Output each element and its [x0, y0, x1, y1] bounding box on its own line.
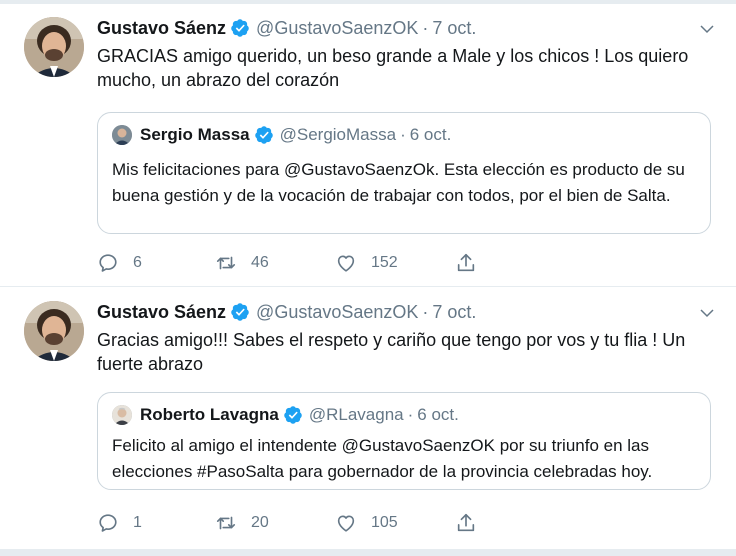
avatar — [112, 405, 132, 425]
retweet-button[interactable]: 20 — [215, 510, 269, 536]
verified-badge-icon — [231, 19, 249, 37]
tweet-actions: 1 20 105 — [97, 510, 517, 536]
retweet-count: 46 — [251, 254, 269, 271]
heart-icon — [337, 255, 355, 272]
avatar — [112, 125, 132, 145]
share-button[interactable] — [455, 250, 491, 276]
separator-dot: · — [422, 301, 429, 322]
quoted-tweet[interactable]: Roberto Lavagna @RLavagna · 6 oct. Felic… — [97, 392, 711, 490]
separator-dot: · — [400, 125, 406, 144]
share-icon — [457, 513, 475, 532]
verified-badge-icon — [284, 406, 302, 424]
tweet-timestamp[interactable]: 7 oct. — [432, 302, 476, 323]
heart-icon — [337, 515, 355, 532]
like-button[interactable]: 105 — [335, 510, 398, 536]
verified-badge-icon — [254, 126, 273, 144]
quoted-tweet-text: Mis felicitaciones para @GustavoSaenzOk.… — [112, 160, 685, 205]
share-button[interactable] — [455, 510, 491, 536]
quoted-author-name: Roberto Lavagna — [140, 405, 279, 424]
quoted-tweet-timestamp: 6 oct. — [417, 405, 459, 424]
quoted-author-name: Sergio Massa — [140, 125, 250, 144]
reply-count: 6 — [133, 254, 142, 271]
verified-badge-icon — [231, 303, 249, 321]
like-button[interactable]: 152 — [335, 250, 398, 276]
author-handle[interactable]: @GustavoSaenzOK — [256, 302, 418, 323]
tweet-content: Gustavo Sáenz @GustavoSaenzOK · 7 oct. G… — [97, 298, 716, 376]
reply-button[interactable]: 6 — [97, 250, 142, 276]
tweet-content: Gustavo Sáenz @GustavoSaenzOK · 7 oct. G… — [97, 14, 716, 92]
tweet[interactable]: Gustavo Sáenz @GustavoSaenzOK · 7 oct. G… — [0, 4, 736, 287]
author-handle[interactable]: @GustavoSaenzOK — [256, 18, 418, 39]
reply-icon — [99, 514, 117, 532]
quoted-author-handle: @RLavagna — [308, 405, 404, 424]
tweet-timestamp[interactable]: 7 oct. — [432, 18, 476, 39]
separator-dot: · — [422, 17, 429, 38]
bottom-divider — [0, 550, 736, 556]
reply-count: 1 — [133, 514, 142, 531]
retweet-icon — [216, 516, 236, 530]
retweet-button[interactable]: 46 — [215, 250, 269, 276]
author-name[interactable]: Gustavo Sáenz — [97, 18, 226, 39]
separator-dot: · — [407, 405, 414, 424]
tweet-header: Gustavo Sáenz @GustavoSaenzOK · 7 oct. — [97, 14, 716, 42]
quoted-tweet-header: Roberto Lavagna @RLavagna · 6 oct. — [112, 403, 459, 427]
avatar[interactable] — [24, 17, 84, 77]
author-name[interactable]: Gustavo Sáenz — [97, 302, 226, 323]
quoted-tweet-text: Felicito al amigo el intendente @Gustavo… — [112, 436, 653, 481]
tweet-text: Gracias amigo!!! Sabes el respeto y cari… — [97, 330, 686, 374]
retweet-count: 20 — [251, 514, 269, 531]
chevron-down-icon[interactable] — [698, 304, 716, 322]
share-icon — [457, 253, 475, 272]
tweet-actions: 6 46 152 — [97, 250, 517, 276]
retweet-icon — [216, 256, 236, 270]
avatar[interactable] — [24, 301, 84, 361]
quoted-tweet-timestamp: 6 oct. — [409, 125, 452, 144]
tweet-text: GRACIAS amigo querido, un beso grande a … — [97, 46, 689, 90]
quoted-author-handle: @SergioMassa — [279, 125, 397, 144]
quoted-tweet[interactable]: Sergio Massa @SergioMassa · 6 oct. Mis f… — [97, 112, 711, 234]
like-count: 152 — [371, 254, 398, 271]
reply-button[interactable]: 1 — [97, 510, 142, 536]
tweet[interactable]: Gustavo Sáenz @GustavoSaenzOK · 7 oct. G… — [0, 288, 736, 550]
chevron-down-icon[interactable] — [698, 20, 716, 38]
quoted-tweet-header: Sergio Massa @SergioMassa · 6 oct. — [112, 123, 451, 147]
tweet-header: Gustavo Sáenz @GustavoSaenzOK · 7 oct. — [97, 298, 716, 326]
like-count: 105 — [371, 514, 398, 531]
reply-icon — [99, 254, 117, 272]
